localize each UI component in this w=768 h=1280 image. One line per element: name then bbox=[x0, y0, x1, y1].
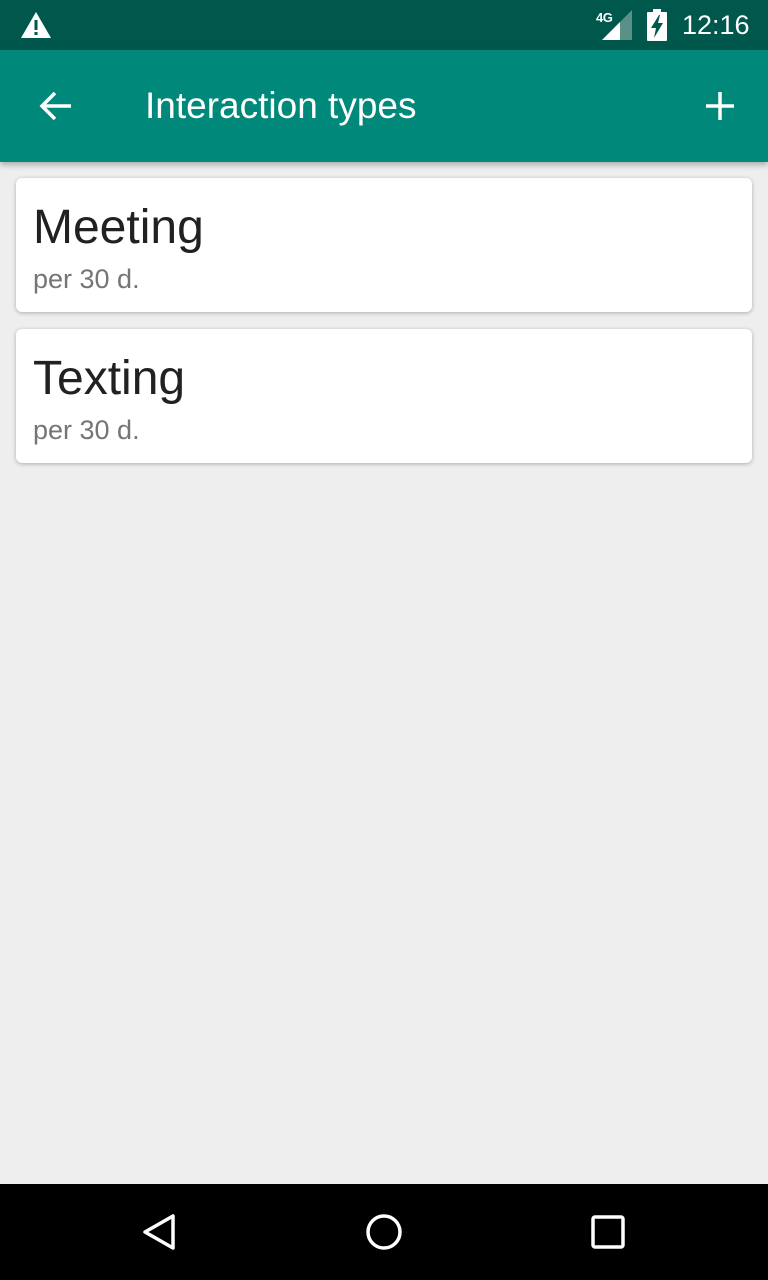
page-title: Interaction types bbox=[145, 85, 417, 126]
interaction-type-name: Meeting bbox=[33, 201, 204, 254]
navigation-bar bbox=[0, 1184, 768, 1280]
add-icon bbox=[706, 92, 734, 120]
app-bar: Interaction types bbox=[0, 50, 768, 162]
screen: 4G 12:16 Interaction types Meeting per 3… bbox=[0, 0, 768, 1280]
back-triangle-icon bbox=[143, 1214, 175, 1250]
interaction-type-name: Texting bbox=[33, 352, 186, 405]
interaction-type-list: Meeting per 30 d. Texting per 30 d. bbox=[16, 178, 752, 480]
nav-home-button[interactable] bbox=[352, 1200, 416, 1264]
back-button[interactable] bbox=[24, 74, 88, 138]
interaction-type-period: per 30 d. bbox=[33, 415, 140, 445]
home-circle-icon bbox=[366, 1214, 402, 1250]
signal-icon bbox=[602, 10, 632, 40]
add-button[interactable] bbox=[688, 74, 752, 138]
interaction-type-period: per 30 d. bbox=[33, 264, 140, 294]
nav-back-button[interactable] bbox=[127, 1200, 191, 1264]
list-item[interactable]: Texting per 30 d. bbox=[16, 329, 752, 463]
nav-recents-button[interactable] bbox=[576, 1200, 640, 1264]
recents-square-icon bbox=[591, 1215, 625, 1249]
list-item[interactable]: Meeting per 30 d. bbox=[16, 178, 752, 312]
arrow-back-icon bbox=[39, 91, 71, 121]
status-bar: 4G 12:16 bbox=[0, 0, 768, 50]
battery-charging-icon bbox=[647, 9, 667, 41]
warning-icon bbox=[21, 12, 51, 38]
clock: 12:16 bbox=[682, 10, 750, 40]
